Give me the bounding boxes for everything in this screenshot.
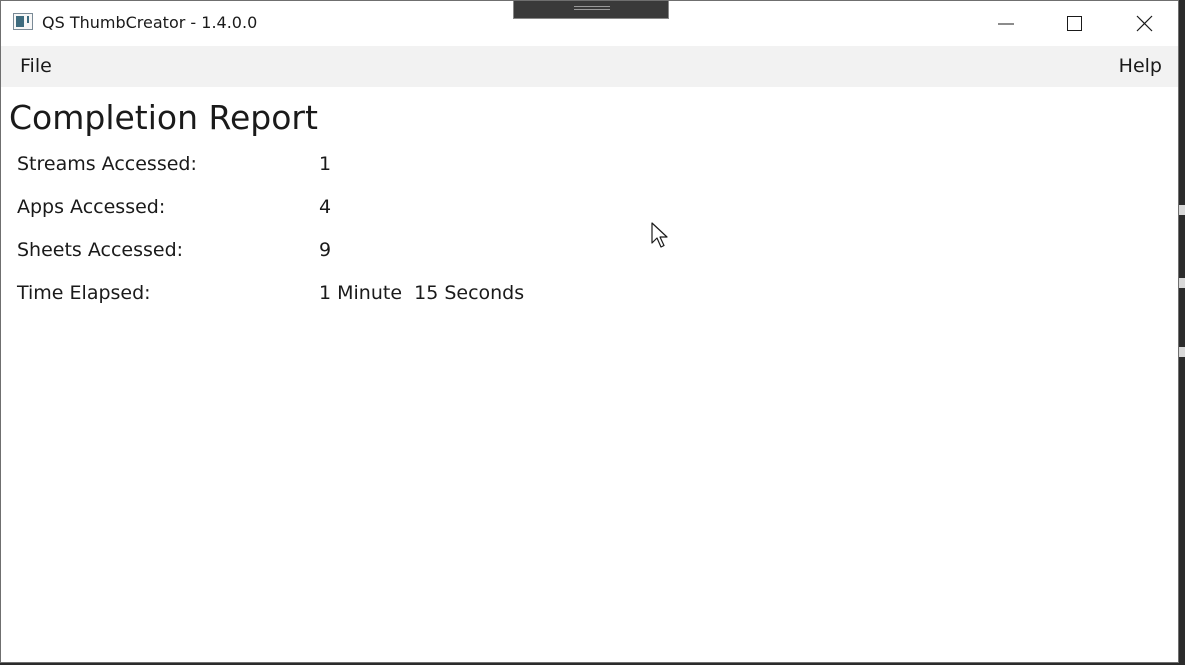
mouse-pointer-icon	[651, 222, 668, 248]
app-window: QS ThumbCreator - 1.4.0.0 File Help Comp	[0, 0, 1179, 663]
minimize-button[interactable]	[971, 1, 1041, 46]
page-title: Completion Report	[9, 98, 318, 137]
snap-layout-handle[interactable]	[513, 1, 669, 19]
menu-bar: File Help	[1, 46, 1178, 87]
stat-value: 1	[319, 153, 332, 175]
stat-value: 4	[319, 196, 332, 218]
maximize-icon	[1067, 16, 1082, 31]
background-window-edge	[1179, 0, 1185, 665]
menu-help[interactable]: Help	[1117, 55, 1164, 77]
window-title: QS ThumbCreator - 1.4.0.0	[42, 13, 258, 32]
menu-file[interactable]: File	[18, 55, 54, 77]
minimize-icon	[998, 23, 1014, 25]
stat-row-apps: Apps Accessed: 4	[17, 196, 717, 224]
stat-label: Time Elapsed:	[17, 282, 151, 304]
stat-row-sheets: Sheets Accessed: 9	[17, 239, 717, 267]
maximize-button[interactable]	[1040, 1, 1110, 46]
stat-value: 1 Minute 15 Seconds	[319, 282, 525, 304]
title-bar[interactable]: QS ThumbCreator - 1.4.0.0	[1, 1, 1178, 46]
close-button[interactable]	[1110, 1, 1178, 46]
stat-label: Streams Accessed:	[17, 153, 197, 175]
close-icon	[1136, 15, 1153, 32]
stat-value: 9	[319, 239, 332, 261]
stat-row-streams: Streams Accessed: 1	[17, 153, 717, 181]
app-window-icon	[13, 13, 33, 30]
stat-label: Sheets Accessed:	[17, 239, 184, 261]
stat-row-time: Time Elapsed: 1 Minute 15 Seconds	[17, 282, 717, 310]
stat-label: Apps Accessed:	[17, 196, 166, 218]
